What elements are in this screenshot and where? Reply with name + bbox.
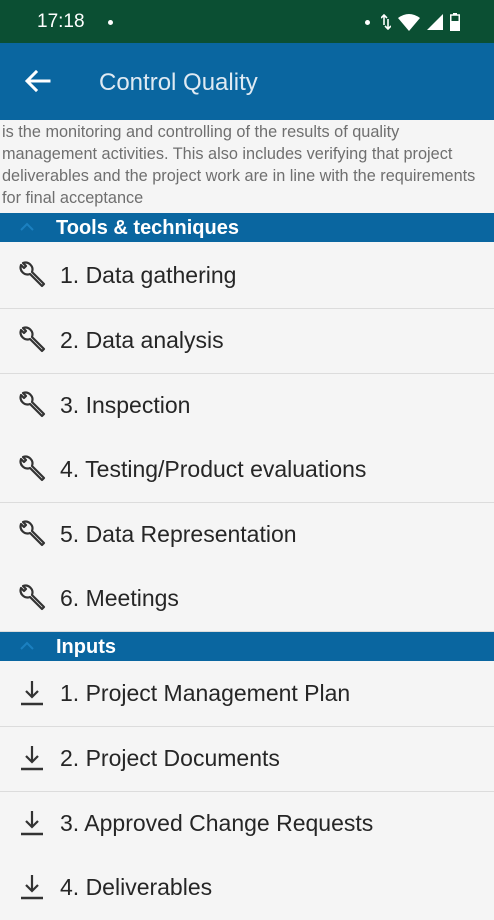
wrench-icon <box>19 520 46 547</box>
download-arrow-icon <box>21 681 43 706</box>
wrench-icon <box>19 326 46 353</box>
list-item-label: 2. Project Documents <box>60 745 280 771</box>
back-button[interactable] <box>22 65 54 97</box>
chevron-up-icon <box>20 222 34 231</box>
list-item-label: 3. Inspection <box>60 392 191 418</box>
status-time: 17:18 <box>37 11 85 32</box>
battery-icon <box>450 13 460 31</box>
list-item-label: 4. Testing/Product evaluations <box>60 456 367 482</box>
chevron-up-icon <box>20 641 34 650</box>
notification-dot-icon <box>108 20 113 25</box>
section-title-tools: Tools & techniques <box>56 217 239 239</box>
description-text: is the monitoring and controlling of the… <box>2 123 476 207</box>
download-arrow-icon <box>21 746 43 771</box>
download-arrow-icon <box>21 875 43 900</box>
list-item-data-representation[interactable]: 5. Data Representation <box>0 503 494 568</box>
section-header-tools[interactable]: Tools & techniques <box>0 213 494 242</box>
status-bar: 17:18 <box>0 0 494 43</box>
list-item-data-gathering[interactable]: 1. Data gathering <box>0 244 494 309</box>
page-title: Control Quality <box>99 69 258 96</box>
status-icons <box>365 11 460 33</box>
list-item-label: 1. Data gathering <box>60 262 237 288</box>
list-item-label: 5. Data Representation <box>60 521 297 547</box>
data-arrows-icon <box>381 14 391 30</box>
list-item-label: 1. Project Management Plan <box>60 680 351 706</box>
wrench-icon <box>19 584 46 611</box>
list-item-label: 4. Deliverables <box>60 874 213 900</box>
arrow-back-icon <box>24 69 51 93</box>
wrench-icon <box>19 391 46 418</box>
list-item-deliverables[interactable]: 4. Deliverables <box>0 856 494 920</box>
list-item-project-documents[interactable]: 2. Project Documents <box>0 727 494 792</box>
section-header-inputs[interactable]: Inputs <box>0 632 494 661</box>
section-title-inputs: Inputs <box>56 636 116 658</box>
signal-icon <box>427 14 443 30</box>
wifi-icon <box>398 13 420 31</box>
wrench-icon <box>19 455 46 482</box>
list-item-label: 3. Approved Change Requests <box>60 810 374 836</box>
download-arrow-icon <box>21 811 43 836</box>
list-item-testing[interactable]: 4. Testing/Product evaluations <box>0 438 494 503</box>
list-item-data-analysis[interactable]: 2. Data analysis <box>0 309 494 374</box>
notification-dot-icon <box>365 19 370 25</box>
app-bar: Control Quality <box>0 43 494 120</box>
list-item-meetings[interactable]: 6. Meetings <box>0 567 494 632</box>
list-item-label: 2. Data analysis <box>60 327 224 353</box>
wrench-icon <box>19 261 46 288</box>
list-item-approved-change-requests[interactable]: 3. Approved Change Requests <box>0 792 494 857</box>
list-item-label: 6. Meetings <box>60 585 179 611</box>
list-item-inspection[interactable]: 3. Inspection <box>0 374 494 439</box>
list-item-project-management-plan[interactable]: 1. Project Management Plan <box>0 662 494 727</box>
